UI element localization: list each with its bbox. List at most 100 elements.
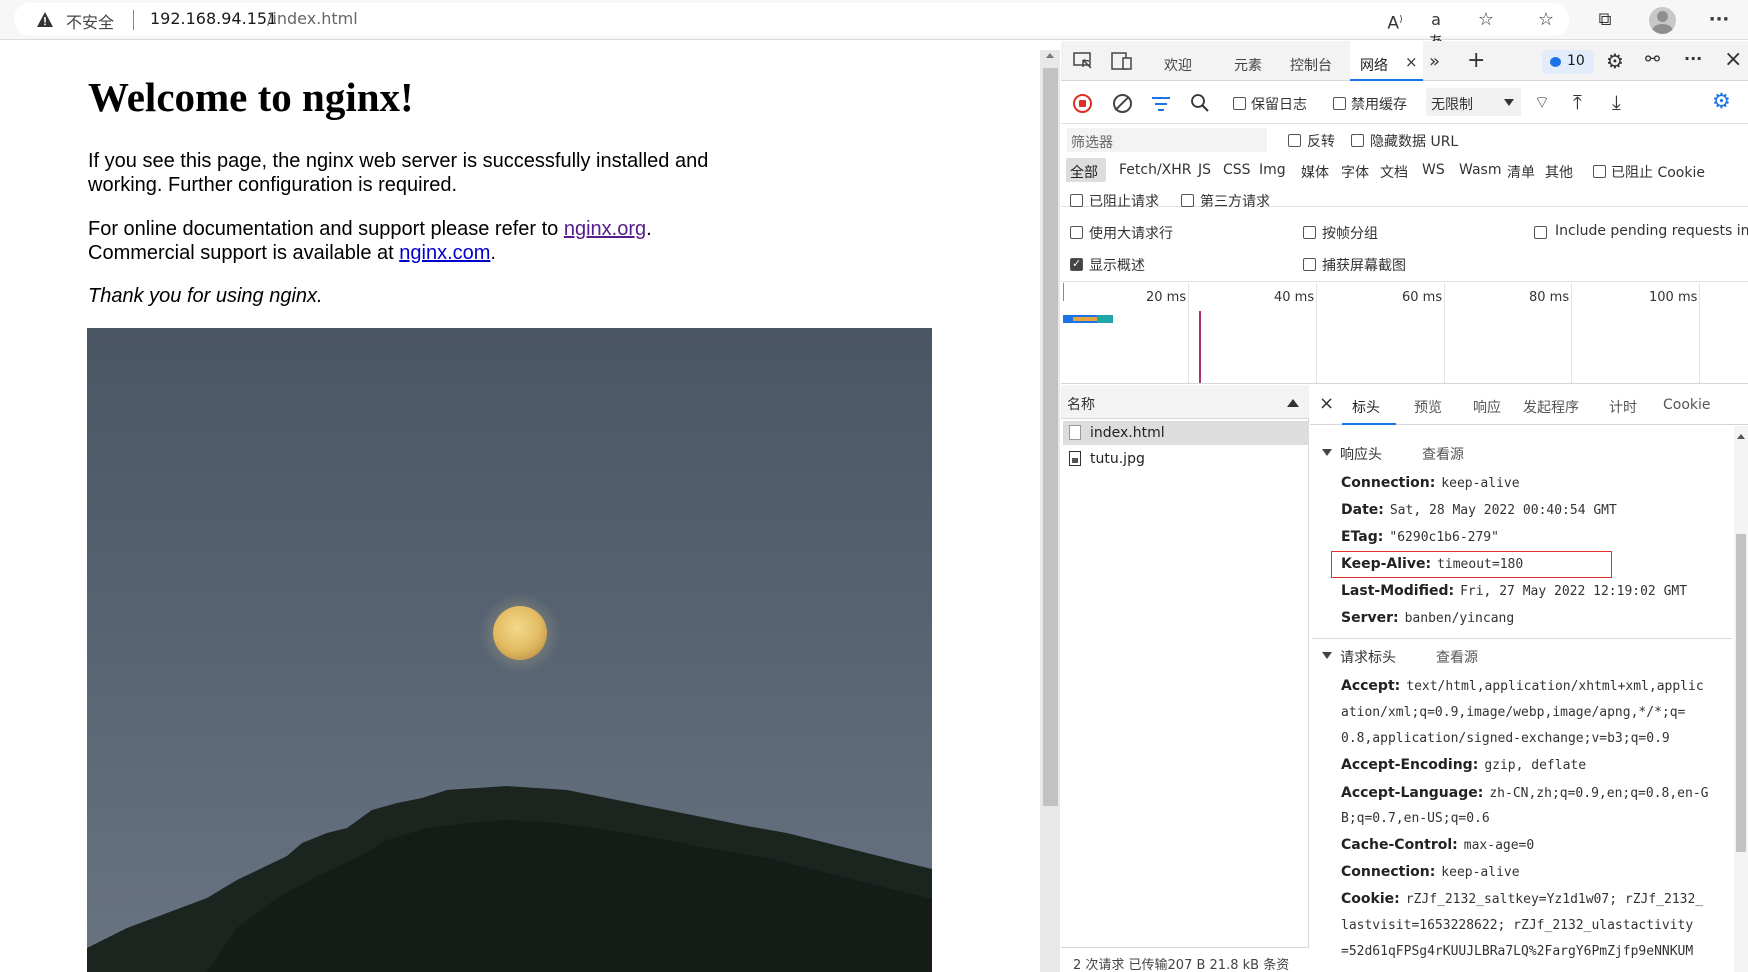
detail-tab-timing[interactable]: 计时 [1609, 397, 1637, 417]
tab-console[interactable]: 控制台 [1290, 55, 1332, 75]
profile-avatar[interactable] [1649, 7, 1676, 34]
device-emulation-icon[interactable] [1111, 52, 1133, 74]
detail-tab-initiator[interactable]: 发起程序 [1523, 397, 1579, 417]
more-menu-icon[interactable]: ··· [1708, 9, 1730, 31]
type-filter-img[interactable]: Img [1259, 162, 1286, 178]
group-by-frame-checkbox[interactable] [1303, 226, 1316, 239]
network-conditions-icon[interactable]: ⌔ [1534, 92, 1550, 113]
nginx-com-link[interactable]: nginx.com [399, 242, 490, 264]
response-header-connection: Connection: keep-alive [1341, 475, 1520, 491]
detail-tab-preview[interactable]: 预览 [1414, 397, 1442, 417]
type-filter-fetch[interactable]: Fetch/XHR [1119, 162, 1192, 178]
devtools-more-icon[interactable]: ··· [1684, 49, 1702, 68]
more-tabs-icon[interactable]: » [1429, 51, 1440, 72]
response-view-source[interactable]: 查看源 [1422, 444, 1464, 464]
collections-icon[interactable]: ⧉ [1594, 9, 1616, 31]
blocked-cookies-checkbox[interactable] [1593, 165, 1606, 178]
throttle-select[interactable]: 无限制 [1426, 88, 1521, 116]
load-event-line [1199, 311, 1201, 383]
detail-tab-response[interactable]: 响应 [1473, 397, 1501, 417]
invert-checkbox[interactable] [1288, 134, 1301, 147]
detail-scrollbar-thumb[interactable] [1736, 534, 1746, 852]
tab-network[interactable]: 网络 × [1350, 41, 1423, 81]
scroll-up-arrow[interactable] [1046, 53, 1054, 58]
request-row-index[interactable]: index.html [1063, 421, 1309, 445]
filter-placeholder: 筛选器 [1071, 135, 1113, 151]
type-filter-all[interactable]: 全部 [1066, 158, 1106, 182]
import-har-icon[interactable]: ⤒ [1573, 90, 1582, 114]
commercial-text: Commercial support is available at [88, 242, 400, 264]
network-settings-icon[interactable]: ⚙ [1712, 89, 1731, 113]
timeline-overview[interactable]: 20 ms 40 ms 60 ms 80 ms 100 ms [1061, 283, 1748, 384]
close-tab-icon[interactable]: × [1405, 53, 1418, 71]
tab-elements[interactable]: 元素 [1234, 55, 1262, 75]
search-icon[interactable] [1191, 94, 1209, 116]
favorites-icon[interactable]: ☆ [1535, 9, 1557, 31]
detail-scrollbar[interactable] [1734, 426, 1748, 972]
type-filter-ws[interactable]: WS [1422, 162, 1445, 178]
translate-icon[interactable]: aあ [1425, 9, 1447, 51]
network-options: 使用大请求行 按帧分组 Include pending requests in … [1061, 208, 1748, 282]
type-filter-font[interactable]: 字体 [1341, 162, 1369, 182]
type-filter-media[interactable]: 媒体 [1301, 162, 1329, 182]
detail-tab-headers[interactable]: 标头 [1342, 385, 1396, 425]
filter-input[interactable]: 筛选器 [1067, 128, 1267, 152]
page-title: Welcome to nginx! [88, 74, 414, 120]
capture-screenshots-checkbox[interactable] [1303, 258, 1316, 271]
close-devtools-icon[interactable]: × [1724, 47, 1742, 72]
response-headers-title[interactable]: 响应头 [1340, 444, 1382, 464]
type-filter-doc[interactable]: 文档 [1380, 162, 1408, 182]
type-filter-other[interactable]: 其他 [1545, 162, 1573, 182]
response-headers-toggle-icon[interactable] [1322, 449, 1332, 456]
timeline-tick-40ms: 40 ms [1274, 290, 1315, 305]
export-har-icon[interactable]: ⤓ [1612, 90, 1621, 114]
customize-icon[interactable]: ⚯ [1645, 49, 1660, 70]
third-party-checkbox[interactable] [1181, 194, 1194, 207]
record-button[interactable] [1073, 94, 1092, 113]
settings-icon[interactable]: ⚙ [1606, 49, 1624, 73]
sort-up-icon[interactable] [1287, 399, 1299, 407]
security-label[interactable]: 不安全 [66, 9, 114, 33]
timeline-tick-100ms: 100 ms [1649, 290, 1698, 305]
filter-icon[interactable] [1152, 96, 1170, 115]
clear-icon[interactable] [1113, 94, 1132, 113]
request-header-accept: Accept: text/html,application/xhtml+xml,a… [1341, 678, 1704, 694]
request-header-language-cont: B;q=0.7,en-US;q=0.6 [1341, 811, 1490, 826]
preserve-log-checkbox[interactable] [1233, 97, 1246, 110]
type-filter-wasm[interactable]: Wasm [1459, 162, 1501, 178]
read-aloud-icon[interactable]: A) [1384, 9, 1406, 34]
requests-header[interactable]: 名称 [1061, 385, 1309, 419]
filter-bar: 筛选器 反转 隐藏数据 URL 全部 Fetch/XHR JS CSS Img … [1061, 125, 1748, 210]
page-scrollbar[interactable] [1040, 50, 1060, 972]
inspect-element-icon[interactable] [1073, 52, 1093, 74]
timeline-gridline [1188, 283, 1189, 383]
show-overview-checkbox[interactable] [1070, 257, 1083, 271]
request-name: tutu.jpg [1090, 451, 1145, 467]
page-scrollbar-thumb[interactable] [1043, 68, 1058, 806]
type-filter-manifest[interactable]: 清单 [1507, 162, 1535, 182]
timeline-tick-60ms: 60 ms [1402, 290, 1443, 305]
url-host[interactable]: 192.168.94.151 [150, 9, 277, 28]
large-rows-checkbox[interactable] [1070, 226, 1083, 239]
detail-tab-cookies[interactable]: Cookie [1663, 397, 1711, 413]
request-row-tutu[interactable]: tutu.jpg [1063, 447, 1309, 471]
tab-welcome[interactable]: 欢迎 [1164, 55, 1192, 75]
add-favorite-icon[interactable]: ☆ [1475, 9, 1497, 31]
request-header-accept-cont2: 0.8,application/signed-exchange;v=b3;q=0… [1341, 731, 1670, 746]
issues-badge[interactable]: 10 [1542, 50, 1594, 74]
warning-icon[interactable] [36, 11, 54, 32]
request-headers-toggle-icon[interactable] [1322, 652, 1332, 659]
include-pending-checkbox[interactable] [1534, 226, 1547, 239]
add-tab-icon[interactable]: + [1467, 48, 1485, 73]
nginx-org-link[interactable]: nginx.org [564, 218, 646, 240]
request-view-source[interactable]: 查看源 [1436, 647, 1478, 667]
detail-scroll-up-arrow[interactable] [1737, 434, 1745, 439]
url-path[interactable]: /index.html [267, 9, 358, 28]
type-filter-css[interactable]: CSS [1223, 162, 1251, 178]
request-headers-title[interactable]: 请求标头 [1340, 647, 1396, 667]
disable-cache-checkbox[interactable] [1333, 97, 1346, 110]
hide-data-urls-checkbox[interactable] [1351, 134, 1364, 147]
blocked-requests-checkbox[interactable] [1070, 194, 1083, 207]
type-filter-js[interactable]: JS [1198, 162, 1211, 178]
close-detail-icon[interactable]: × [1319, 393, 1334, 414]
